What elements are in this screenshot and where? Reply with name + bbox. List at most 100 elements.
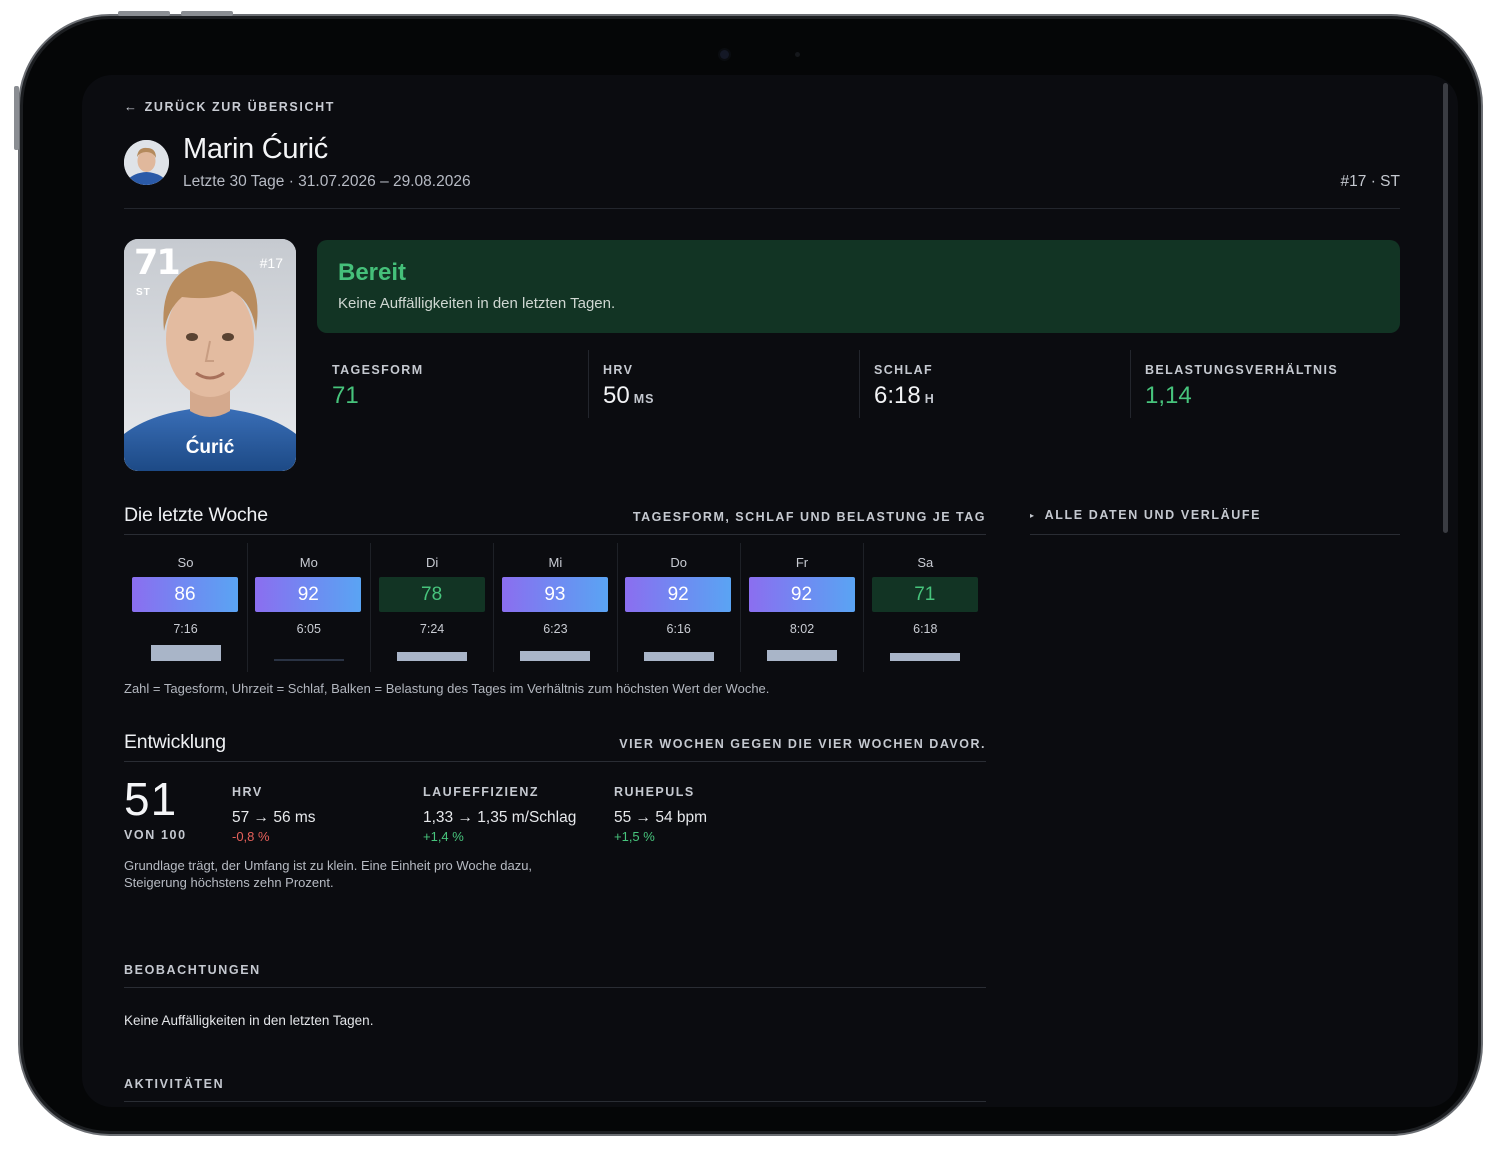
metric-belastungsverhaeltnis: BELASTUNGSVERHÄLTNIS 1,14 bbox=[1130, 349, 1401, 419]
all-data-toggle[interactable]: ▸ ALLE DATEN UND VERLÄUFE bbox=[1030, 508, 1261, 522]
day-column-sa: Sa 71 6:18 bbox=[864, 543, 987, 672]
avatar bbox=[124, 140, 169, 185]
app-screen: ← ZURÜCK ZUR ÜBERSICHT Marin Ćurić Letzt… bbox=[82, 75, 1458, 1107]
development-laufeffizienz: LAUFEFFIZIENZ 1,33 → 1,35 m/Schlag +1,4 … bbox=[423, 785, 576, 844]
day-column-fr: Fr 92 8:02 bbox=[741, 543, 864, 672]
metric-label: SCHLAF bbox=[874, 363, 934, 377]
jersey-position: #17 · ST bbox=[1340, 173, 1400, 190]
day-sleep: 6:23 bbox=[543, 622, 568, 636]
development-title: Entwicklung bbox=[124, 731, 226, 753]
development-score-label: VON 100 bbox=[124, 828, 187, 842]
day-divider bbox=[740, 543, 741, 672]
day-load-bar bbox=[150, 645, 221, 661]
dev-value: 55 → 54 bpm bbox=[614, 809, 708, 826]
dev-change: -0,8 % bbox=[232, 829, 270, 844]
day-name: Sa bbox=[917, 555, 934, 570]
back-link[interactable]: ← ZURÜCK ZUR ÜBERSICHT bbox=[124, 99, 335, 114]
dev-change: +1,5 % bbox=[614, 829, 655, 844]
development-divider bbox=[124, 761, 986, 762]
metric-label: BELASTUNGSVERHÄLTNIS bbox=[1145, 363, 1339, 377]
metric-value: 1,14 bbox=[1145, 382, 1192, 409]
front-camera bbox=[720, 50, 729, 59]
scrollbar[interactable] bbox=[1443, 83, 1448, 533]
day-name: Di bbox=[425, 555, 439, 570]
player-name: Marin Ćurić bbox=[183, 133, 328, 165]
day-form-value: 92 bbox=[255, 577, 362, 612]
tablet-frame: ← ZURÜCK ZUR ÜBERSICHT Marin Ćurić Letzt… bbox=[18, 14, 1483, 1136]
dev-value: 57 → 56 ms bbox=[232, 809, 316, 826]
week-legend: Zahl = Tagesform, Uhrzeit = Schlaf, Balk… bbox=[124, 681, 770, 696]
observations-text: Keine Auffälligkeiten in den letzten Tag… bbox=[124, 1013, 374, 1028]
day-column-mi: Mi 93 6:23 bbox=[494, 543, 617, 672]
day-divider bbox=[493, 543, 495, 672]
metric-label: TAGESFORM bbox=[332, 363, 424, 377]
day-column-di: Di 78 7:24 bbox=[371, 543, 494, 672]
disclosure-triangle-icon: ▸ bbox=[1030, 511, 1036, 520]
card-number: #17 bbox=[259, 255, 283, 271]
readiness-status: Bereit Keine Auffälligkeiten in den letz… bbox=[317, 240, 1400, 333]
day-divider bbox=[863, 543, 865, 672]
day-form-value: 86 bbox=[132, 577, 238, 612]
metric-hrv: HRV 50 MS bbox=[588, 349, 859, 419]
week-note: TAGESFORM, SCHLAF UND BELASTUNG JE TAG bbox=[632, 510, 986, 524]
day-form-value: 92 bbox=[625, 577, 732, 612]
day-load-bar bbox=[643, 652, 714, 661]
arrow-left-icon: ← bbox=[124, 99, 139, 114]
day-load-bar bbox=[397, 652, 468, 661]
week-divider bbox=[124, 534, 986, 535]
day-form-value: 71 bbox=[871, 577, 978, 612]
day-divider bbox=[370, 543, 372, 672]
dev-label: HRV bbox=[232, 785, 263, 799]
metric-schlaf: SCHLAF 6:18 H bbox=[859, 349, 1130, 419]
metric-label: HRV bbox=[603, 363, 634, 377]
all-data-label: ALLE DATEN UND VERLÄUFE bbox=[1044, 508, 1262, 522]
day-load-bar bbox=[890, 653, 961, 661]
player-card: 71 ST #17 Ćurić bbox=[124, 239, 296, 471]
time-period: Letzte 30 Tage · 31.07.2026 – 29.08.2026 bbox=[183, 173, 471, 190]
day-load-bar bbox=[767, 650, 837, 661]
development-note: VIER WOCHEN GEGEN DIE VIER WOCHEN DAVOR. bbox=[619, 737, 986, 751]
week-title: Die letzte Woche bbox=[124, 504, 268, 526]
card-rating: 71 bbox=[134, 243, 181, 283]
day-column-mo: Mo 92 6:05 bbox=[247, 543, 370, 672]
metric-value: 71 bbox=[332, 382, 359, 409]
day-name: So bbox=[177, 555, 194, 570]
day-name: Mi bbox=[548, 555, 563, 570]
observations-divider bbox=[124, 987, 986, 988]
sensor-dot bbox=[795, 52, 800, 57]
metric-value: 6:18 H bbox=[874, 382, 935, 409]
day-load-bar bbox=[273, 659, 344, 661]
metric-unit: H bbox=[924, 392, 935, 406]
day-form-value: 93 bbox=[501, 577, 608, 612]
day-name: Do bbox=[670, 555, 687, 570]
metric-value: 50 MS bbox=[603, 382, 655, 409]
metric-unit: MS bbox=[633, 392, 655, 406]
dev-change: +1,4 % bbox=[423, 829, 464, 844]
development-summary: Grundlage trägt, der Umfang ist zu klein… bbox=[124, 858, 533, 890]
day-sleep: 8:02 bbox=[789, 622, 815, 636]
observations-heading: BEOBACHTUNGEN bbox=[124, 963, 261, 977]
dev-label: LAUFEFFIZIENZ bbox=[423, 785, 540, 799]
day-form-value: 78 bbox=[378, 577, 485, 612]
metric-tagesform: TAGESFORM 71 bbox=[317, 349, 588, 419]
day-form-value: 92 bbox=[748, 577, 855, 612]
card-name: Ćurić bbox=[185, 437, 235, 458]
hardware-button bbox=[14, 86, 19, 150]
development-ruhepuls: RUHEPULS 55 → 54 bpm +1,5 % bbox=[614, 785, 707, 844]
dev-label: RUHEPULS bbox=[614, 785, 695, 799]
day-sleep: 7:24 bbox=[419, 622, 445, 636]
day-divider bbox=[616, 543, 618, 672]
card-position: ST bbox=[136, 287, 151, 298]
day-sleep: 6:05 bbox=[296, 622, 321, 636]
dev-value: 1,33 → 1,35 m/Schlag bbox=[423, 809, 577, 826]
activities-heading: AKTIVITÄTEN bbox=[124, 1077, 225, 1091]
day-sleep: 7:16 bbox=[173, 622, 198, 636]
day-column-do: Do 92 6:16 bbox=[617, 543, 740, 672]
day-divider bbox=[246, 543, 248, 672]
status-text: Keine Auffälligkeiten in den letzten Tag… bbox=[338, 295, 616, 312]
back-label: ZURÜCK ZUR ÜBERSICHT bbox=[144, 99, 335, 114]
day-column-so: So 86 7:16 bbox=[124, 543, 247, 672]
day-sleep: 6:16 bbox=[666, 622, 691, 636]
status-title: Bereit bbox=[338, 259, 407, 286]
development-hrv: HRV 57 → 56 ms -0,8 % bbox=[232, 785, 316, 844]
